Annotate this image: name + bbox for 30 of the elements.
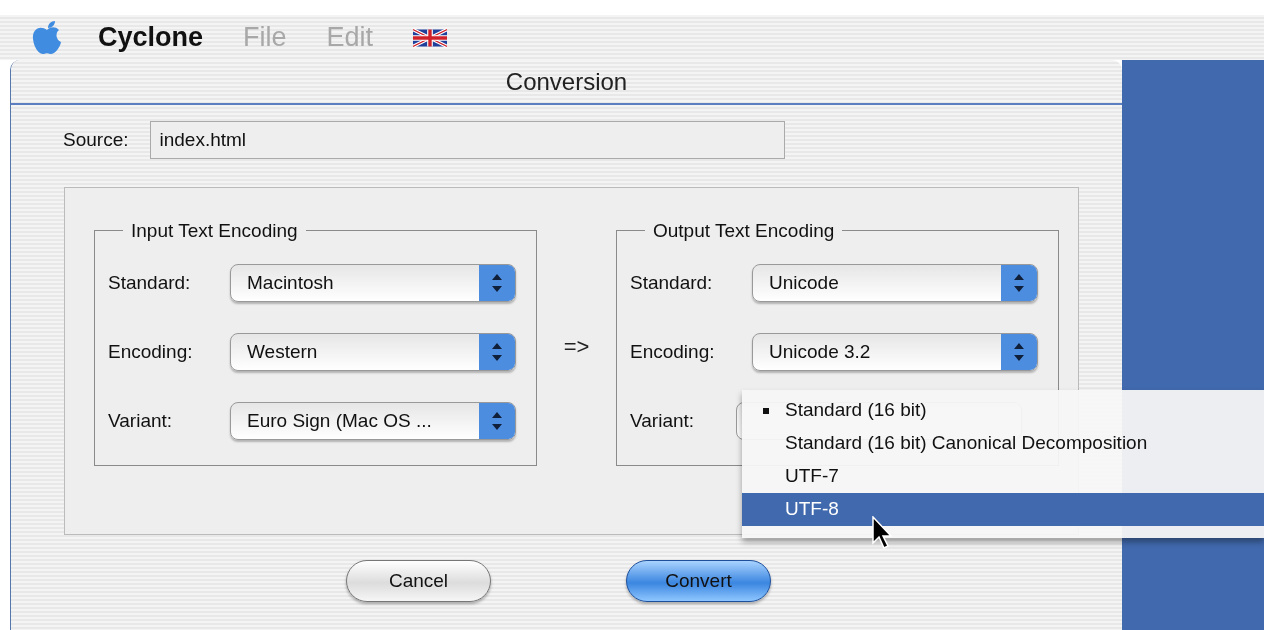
menu-option[interactable]: Standard (16 bit) Canonical Decomposition bbox=[742, 427, 1264, 460]
field-label: Encoding: bbox=[108, 339, 194, 364]
stepper-arrows-icon bbox=[1001, 334, 1037, 370]
stepper-arrows-icon bbox=[479, 403, 515, 439]
default-button[interactable]: Convert bbox=[626, 560, 771, 602]
flag-icon[interactable] bbox=[413, 25, 448, 50]
menu-option[interactable]: Standard (16 bit) bbox=[742, 394, 1264, 427]
push-button[interactable]: Cancel bbox=[346, 560, 491, 602]
field-label: Variant: bbox=[108, 408, 174, 433]
popup-button[interactable]: Western bbox=[230, 333, 516, 371]
check-mark-icon bbox=[762, 407, 769, 414]
menu-option[interactable]: UTF-7 bbox=[742, 460, 1264, 493]
popup-button[interactable]: Euro Sign (Mac OS ... bbox=[230, 402, 516, 440]
stepper-arrows-icon bbox=[479, 265, 515, 301]
source-field[interactable]: index.html bbox=[150, 121, 786, 159]
menu-option[interactable]: UTF-8 bbox=[742, 493, 1264, 526]
popup-button[interactable]: Macintosh bbox=[230, 264, 516, 302]
window-title: Conversion bbox=[505, 66, 628, 97]
popup-button[interactable]: Unicode bbox=[752, 264, 1038, 302]
field-label: Source: bbox=[63, 127, 129, 152]
app-name[interactable]: Cyclone bbox=[98, 17, 204, 58]
field-label: Standard: bbox=[630, 270, 714, 295]
arrow-text: => bbox=[562, 333, 591, 361]
field-label: Encoding: bbox=[630, 339, 716, 364]
apple-logo-icon[interactable] bbox=[30, 19, 64, 56]
field-label: Standard: bbox=[108, 270, 192, 295]
popup-button[interactable]: Unicode 3.2 bbox=[752, 333, 1038, 371]
field-label: Variant: bbox=[630, 408, 696, 433]
stepper-arrows-icon bbox=[479, 334, 515, 370]
stepper-arrows-icon bbox=[1001, 265, 1037, 301]
